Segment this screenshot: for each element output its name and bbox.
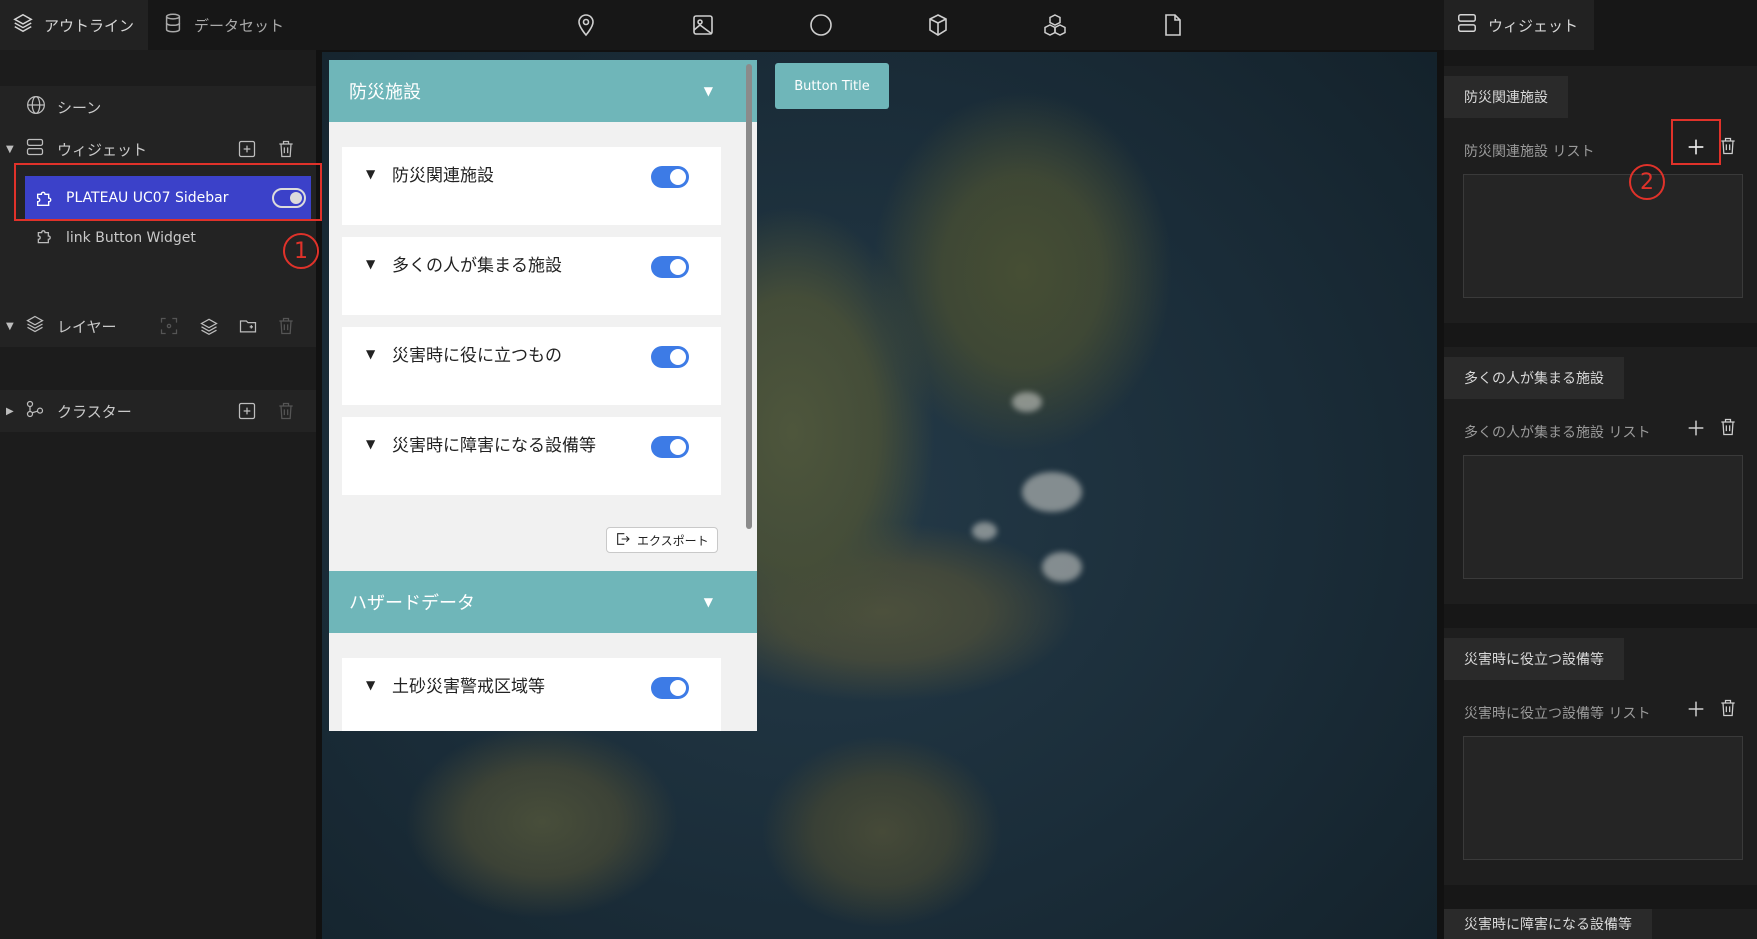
section-tab[interactable]: 災害時に障害になる設備等 [1444, 909, 1652, 939]
folder-icon[interactable] [237, 315, 259, 337]
section-header-hazard[interactable]: ハザードデータ ▼ [329, 571, 757, 633]
export-button[interactable]: エクスポート [606, 527, 718, 553]
layer-card-title: 災害時に障害になる設備等 [392, 436, 596, 456]
export-icon [615, 531, 631, 550]
circle-icon[interactable] [806, 10, 836, 40]
layers-row[interactable]: ▼ レイヤー [0, 306, 316, 346]
caret-right-icon[interactable]: ▶ [6, 406, 14, 417]
puzzle-icon [35, 226, 55, 250]
settings-section: 災害時に障害になる設備等 [1444, 909, 1757, 939]
layer-card-title: 災害時に役に立つもの [392, 346, 562, 366]
list-label: 防災関連施設 リスト [1464, 144, 1595, 160]
trash-icon[interactable] [1718, 417, 1740, 439]
caret-down-icon[interactable]: ▼ [6, 321, 14, 332]
list-box[interactable] [1463, 174, 1743, 298]
caret-down-icon[interactable]: ▼ [366, 257, 375, 271]
layer-card-title: 防災関連施設 [392, 166, 494, 186]
widget-item-label: link Button Widget [66, 230, 196, 246]
globe-icon [26, 95, 46, 119]
annotation-marker-1: 1 [283, 233, 319, 269]
layer-toggle[interactable] [651, 256, 689, 278]
layer-card: ▼ 多くの人が集まる施設 [342, 237, 721, 315]
plateau-sidebar-widget: 防災施設 ▼ ▼ 防災関連施設 ▼ 多くの人が集まる施設 ▼ 災害時に役に立つも… [329, 60, 757, 731]
annotation-marker-2: 2 [1629, 164, 1665, 200]
link-button[interactable]: Button Title [775, 63, 889, 109]
chevron-down-icon[interactable]: ▼ [704, 595, 713, 609]
caret-down-icon[interactable]: ▼ [366, 678, 375, 692]
caret-down-icon[interactable]: ▼ [366, 347, 375, 361]
widget-icon [25, 137, 45, 161]
add-layer-icon[interactable] [198, 315, 220, 337]
list-box[interactable] [1463, 455, 1743, 579]
file-icon[interactable] [1158, 10, 1188, 40]
settings-section: 多くの人が集まる施設 多くの人が集まる施設 リスト [1444, 347, 1757, 604]
annotation-box-2 [1671, 119, 1721, 165]
layer-toggle[interactable] [651, 677, 689, 699]
top-bar: アウトライン データセット ウィジェット [0, 0, 1757, 50]
tab-widget[interactable]: ウィジェット [1444, 0, 1594, 50]
tab-dataset-label: データセット [194, 16, 285, 35]
database-icon [162, 12, 184, 38]
layer-card: ▼ 災害時に障害になる設備等 [342, 417, 721, 495]
layer-toggle[interactable] [651, 436, 689, 458]
tab-widget-label: ウィジェット [1488, 16, 1579, 35]
add-cluster-icon[interactable] [236, 400, 258, 422]
chevron-down-icon[interactable]: ▼ [704, 84, 713, 98]
section-tab[interactable]: 多くの人が集まる施設 [1444, 357, 1624, 399]
section-title: 防災施設 [349, 82, 421, 103]
widget-settings-panel: 防災関連施設 防災関連施設 リスト 多くの人が集まる施設 多くの人が集まる施設 … [1444, 50, 1757, 939]
section-header-bousai[interactable]: 防災施設 ▼ [329, 60, 757, 122]
clusters-row[interactable]: ▶ クラスター [0, 391, 316, 431]
layer-card-title: 多くの人が集まる施設 [392, 256, 562, 276]
add-widget-icon[interactable] [236, 138, 258, 160]
scene-label: シーン [57, 98, 102, 117]
caret-down-icon[interactable]: ▼ [6, 144, 14, 155]
trash-icon[interactable] [1718, 136, 1740, 158]
cubes-icon[interactable] [1040, 10, 1070, 40]
section-tab[interactable]: 防災関連施設 [1444, 76, 1568, 118]
export-label: エクスポート [637, 533, 709, 548]
widget-icon [1456, 12, 1478, 38]
layers-icon [25, 314, 45, 338]
list-box[interactable] [1463, 736, 1743, 860]
list-label: 災害時に役立つ設備等 リスト [1464, 706, 1651, 722]
annotation-box-1 [14, 163, 322, 221]
plus-icon[interactable] [1683, 696, 1709, 722]
section-title: ハザードデータ [349, 593, 475, 614]
list-label: 多くの人が集まる施設 リスト [1464, 425, 1651, 441]
tab-outline[interactable]: アウトライン [0, 0, 148, 50]
trash-icon [275, 315, 297, 337]
cube-icon[interactable] [923, 10, 953, 40]
trash-icon [275, 400, 297, 422]
layer-card-title: 土砂災害警戒区域等 [392, 677, 545, 697]
layer-toggle[interactable] [651, 166, 689, 188]
layers-icon [12, 12, 34, 38]
caret-down-icon[interactable]: ▼ [366, 167, 375, 181]
plus-icon[interactable] [1683, 415, 1709, 441]
layer-card: ▼ 土砂災害警戒区域等 [342, 658, 721, 731]
caret-down-icon[interactable]: ▼ [366, 437, 375, 451]
clusters-label: クラスター [57, 402, 132, 421]
outline-panel: シーン ▼ ウィジェット PLATEAU UC07 Sidebar link B… [0, 50, 322, 939]
widget-group-label: ウィジェット [57, 140, 148, 159]
layer-card: ▼ 防災関連施設 [342, 147, 721, 225]
map-pin-icon[interactable] [571, 10, 601, 40]
trash-icon[interactable] [275, 138, 297, 160]
trash-icon[interactable] [1718, 698, 1740, 720]
layers-label: レイヤー [57, 317, 117, 336]
scrollbar[interactable] [746, 64, 752, 529]
cluster-icon [25, 399, 45, 423]
section-tab[interactable]: 災害時に役立つ設備等 [1444, 638, 1624, 680]
layer-card: ▼ 災害時に役に立つもの [342, 327, 721, 405]
tab-dataset[interactable]: データセット [150, 0, 300, 50]
settings-section: 防災関連施設 防災関連施設 リスト [1444, 66, 1757, 323]
tab-outline-label: アウトライン [44, 16, 135, 35]
focus-icon [158, 315, 180, 337]
scene-item[interactable]: シーン [0, 87, 316, 127]
widget-item-link-button[interactable]: link Button Widget [0, 218, 316, 258]
layer-toggle[interactable] [651, 346, 689, 368]
image-icon[interactable] [688, 10, 718, 40]
settings-section: 災害時に役立つ設備等 災害時に役立つ設備等 リスト [1444, 628, 1757, 885]
